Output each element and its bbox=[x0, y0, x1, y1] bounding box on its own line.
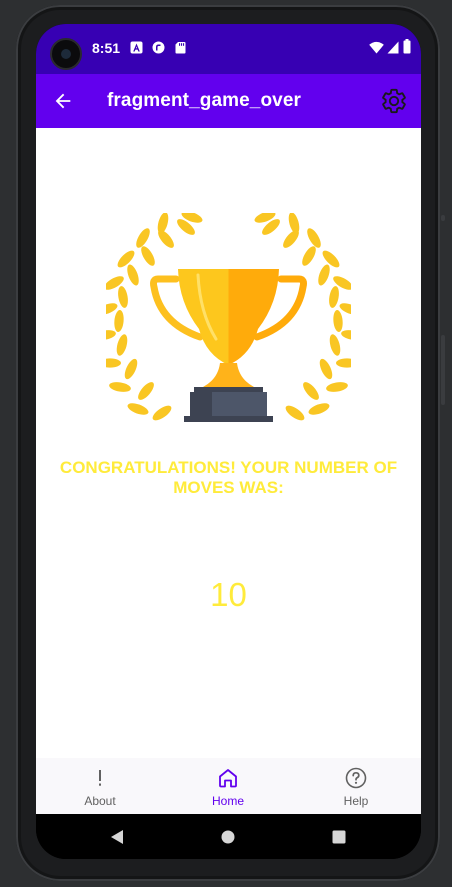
battery-icon bbox=[403, 39, 411, 54]
nav-item-home[interactable]: Home bbox=[164, 758, 292, 814]
volume-button bbox=[441, 335, 445, 405]
system-back-icon[interactable] bbox=[110, 829, 124, 845]
back-arrow-icon[interactable] bbox=[52, 90, 74, 112]
moves-count: 10 bbox=[210, 576, 247, 613]
system-recents-icon[interactable] bbox=[332, 830, 346, 844]
sd-card-icon bbox=[175, 42, 186, 54]
front-camera bbox=[50, 38, 82, 70]
power-button bbox=[441, 215, 445, 221]
nav-label-help: Help bbox=[343, 794, 369, 808]
system-home-icon[interactable] bbox=[221, 830, 235, 844]
cellular-signal-icon bbox=[387, 41, 399, 54]
nav-item-about[interactable]: About bbox=[36, 758, 164, 814]
nav-label-about: About bbox=[84, 794, 116, 808]
page-title: fragment_game_over bbox=[107, 90, 301, 111]
app-bar: fragment_game_over bbox=[36, 74, 421, 128]
trophy-laurel-icon bbox=[106, 213, 351, 424]
wifi-icon bbox=[369, 41, 384, 54]
settings-gear-icon[interactable] bbox=[380, 87, 408, 115]
exclamation-icon bbox=[99, 770, 101, 786]
nav-item-help[interactable]: Help bbox=[292, 758, 420, 814]
accessibility-notification-icon bbox=[130, 41, 143, 54]
status-time: 8:51 bbox=[92, 40, 121, 56]
congratulations-text: CONGRATULATIONS! YOUR NUMBER OF MOVES WA… bbox=[59, 458, 398, 497]
system-navigation-bar bbox=[36, 814, 421, 859]
help-circle-icon bbox=[345, 767, 367, 789]
nav-label-home: Home bbox=[211, 794, 244, 808]
bottom-navigation: About Home Help bbox=[36, 758, 421, 814]
device-screen: 8:51 fragment_game_over CONGRATULATIONS!… bbox=[36, 24, 421, 859]
home-icon bbox=[219, 769, 237, 788]
game-over-content: CONGRATULATIONS! YOUR NUMBER OF MOVES WA… bbox=[36, 128, 421, 758]
app-notification-icon bbox=[152, 41, 165, 54]
status-bar: 8:51 bbox=[36, 24, 421, 74]
